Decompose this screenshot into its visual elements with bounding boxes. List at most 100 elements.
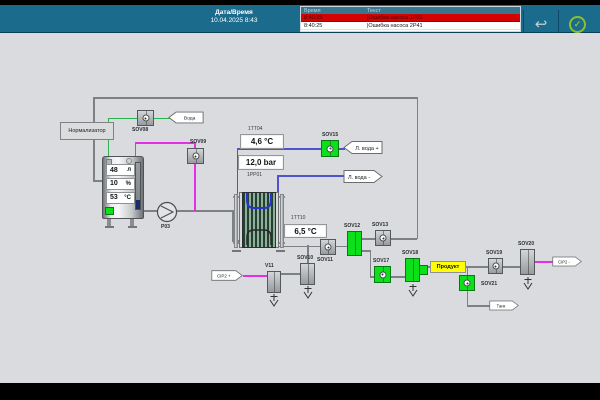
- drain-icon: [303, 286, 312, 299]
- alarm-row[interactable]: 8:40:25 |Ошибка насоса 1Р01: [301, 14, 520, 22]
- tank-status-indicator: [105, 207, 114, 215]
- valve-sov20[interactable]: [520, 249, 535, 275]
- flag-cip-out: CIP2 -: [552, 256, 582, 267]
- datetime-block: Дата/Время 10.04.2025 8:43: [172, 9, 296, 24]
- back-arrow-icon: ↩: [534, 16, 548, 33]
- alarm-time: 8:40:25: [304, 23, 323, 29]
- flag-cip-in: CIP2 +: [211, 270, 243, 281]
- flag-ice-water-in: Л. вода +: [343, 141, 383, 154]
- pump-p03[interactable]: [156, 201, 178, 223]
- valve-sov12[interactable]: [347, 231, 362, 256]
- tank-volume-unit: л: [127, 167, 131, 173]
- valve-label-sov17: SOV17: [373, 258, 390, 264]
- scada-screen: Дата/Время 10.04.2025 8:43 Время Текст 8…: [0, 0, 600, 400]
- checkmark-icon: ✓: [569, 15, 586, 33]
- svg-text:CIP2 +: CIP2 +: [217, 274, 231, 279]
- svg-text:Л. вода +: Л. вода +: [355, 146, 378, 152]
- valve-label-sov21: SOV21: [481, 281, 498, 287]
- svg-text:Танк: Танк: [497, 303, 506, 308]
- tank-foot: [127, 226, 137, 228]
- pipe: [277, 245, 348, 247]
- product-label: Продукт: [430, 261, 466, 273]
- drain-icon: [408, 284, 417, 297]
- valve-sov15[interactable]: [321, 140, 339, 157]
- tank-volume-value: 48: [110, 166, 118, 174]
- valve-sov19[interactable]: [488, 258, 503, 274]
- drain-icon: [269, 294, 279, 307]
- valve-sov11[interactable]: [320, 239, 336, 255]
- normalizer-box[interactable]: Нормализатор: [60, 122, 114, 140]
- flag-tank-dest: Танк: [489, 300, 519, 311]
- alarm-time: 8:40:25: [304, 15, 323, 21]
- letterbox-bar: [0, 383, 600, 400]
- drain-icon: [523, 277, 532, 290]
- hx-column: [234, 194, 238, 248]
- hx-ice-water-loop: [246, 193, 272, 209]
- pipe: [391, 238, 417, 240]
- cip-pipe: [194, 163, 196, 211]
- hx-column: [280, 194, 284, 248]
- pressure-value: 12,0 bar: [245, 158, 277, 167]
- tank-temp-value: 53: [110, 194, 118, 201]
- cip-pipe: [134, 142, 195, 144]
- valve-label-sov20: SOV20: [518, 241, 535, 247]
- tt04-value: 4,6 °C: [250, 137, 274, 146]
- svg-text:Вода: Вода: [184, 116, 196, 122]
- tank-temp-unit: °C: [124, 194, 131, 201]
- tt10-tag: 1TT10: [291, 215, 306, 221]
- pipe: [502, 266, 522, 268]
- pipe: [416, 97, 418, 239]
- pipe: [93, 97, 418, 99]
- valve-sov10[interactable]: [300, 263, 315, 285]
- datetime-value: 10.04.2025 8:43: [210, 17, 258, 24]
- valve-label-sov19: SOV19: [486, 250, 503, 256]
- valve-label-sov15: SOV15: [322, 132, 339, 138]
- cip-pipe: [534, 261, 553, 263]
- tank-level-gauge: [135, 162, 141, 210]
- pipe: [175, 210, 233, 212]
- valve-sov21[interactable]: [459, 275, 475, 291]
- valve-label-v11: V11: [265, 263, 274, 269]
- tank-temp-readout: 53 °C: [106, 191, 135, 204]
- valve-sov18-port: [419, 265, 428, 275]
- hx-product-loop: [246, 229, 272, 245]
- tt04-readout: 4,6 °C: [240, 134, 284, 149]
- valve-sov09[interactable]: [187, 148, 204, 164]
- hx-foot: [276, 250, 285, 252]
- svg-text:CIP2 -: CIP2 -: [558, 259, 570, 264]
- valve-sov17[interactable]: [374, 266, 391, 283]
- cip-pipe: [134, 142, 136, 157]
- pump-label: P03: [161, 224, 170, 230]
- alarm-row[interactable]: 8:40:25 |Ошибка насоса 2Р41: [301, 22, 520, 30]
- valve-sov08[interactable]: [137, 110, 154, 126]
- tank-level-value: 10: [110, 180, 118, 187]
- valve-label-sov11: SOV11: [317, 257, 333, 263]
- hx-tag: 1PP01: [247, 172, 263, 178]
- tank-level-readout: 10 %: [106, 177, 135, 190]
- ice-water-pipe: [277, 175, 344, 177]
- pipe: [390, 276, 406, 278]
- tank-volume-readout: 48 л: [106, 164, 135, 176]
- cip-pipe: [243, 275, 268, 277]
- flag-ice-water-out: Л. вода -: [343, 170, 383, 183]
- alarm-list-header: Время Текст: [301, 7, 520, 14]
- valve-label-sov12: SOV12: [344, 223, 361, 229]
- pipe: [466, 305, 490, 307]
- svg-text:Л. вода -: Л. вода -: [348, 175, 370, 181]
- pressure-readout: 12,0 bar: [238, 155, 284, 170]
- tank-level-fill: [136, 200, 140, 209]
- valve-label-sov18: SOV18: [402, 250, 419, 256]
- tt10-readout: 6,5 °C: [284, 224, 327, 238]
- valve-sov13[interactable]: [375, 230, 391, 246]
- alarm-text: |Ошибка насоса 1Р01: [367, 15, 423, 21]
- alarm-list[interactable]: Время Текст 8:40:25 |Ошибка насоса 1Р01 …: [300, 6, 521, 32]
- normalizer-label: Нормализатор: [68, 128, 106, 134]
- pipe: [281, 273, 301, 275]
- tank-leg: [107, 219, 111, 226]
- pipe: [466, 266, 490, 268]
- process-diagram: [0, 33, 600, 383]
- valve-sov18[interactable]: [405, 258, 420, 282]
- flag-water: Вода: [168, 111, 204, 124]
- hx-foot: [232, 250, 241, 252]
- valve-v11[interactable]: [267, 271, 281, 293]
